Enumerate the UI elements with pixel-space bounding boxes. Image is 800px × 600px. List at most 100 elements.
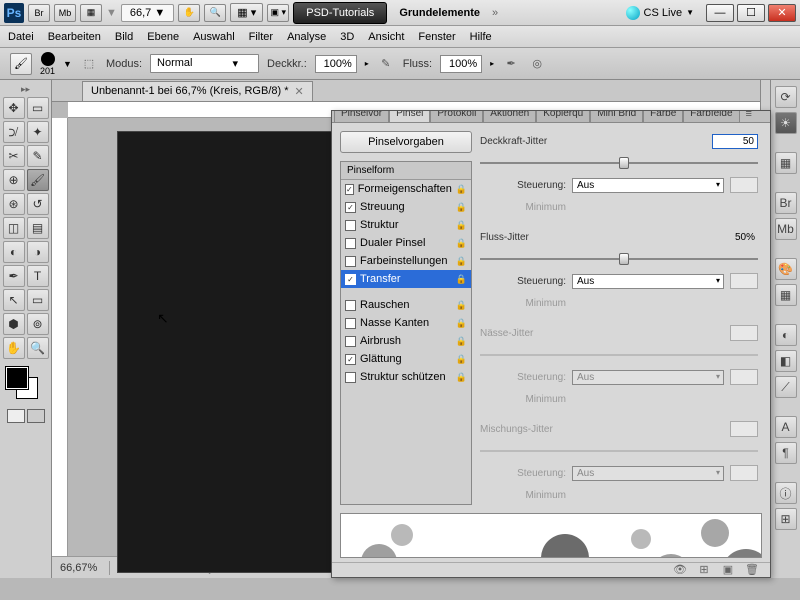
bridge-dock-icon[interactable]: Br — [775, 192, 797, 214]
canvas[interactable] — [118, 132, 348, 572]
checkbox-icon[interactable] — [345, 336, 356, 347]
maximize-btn[interactable]: ☐ — [737, 4, 765, 22]
quickmask-mode-icon[interactable] — [27, 409, 45, 423]
checkbox-icon[interactable] — [345, 238, 356, 249]
tab-kopierqu[interactable]: Kopierqu — [536, 111, 590, 122]
blend-mode-select[interactable]: Normal▾ — [150, 54, 259, 73]
brush-panel-toggle-icon[interactable]: ⬚ — [80, 55, 98, 73]
screen-mode-btn[interactable]: ▣ ▾ — [267, 4, 289, 22]
checkbox-icon[interactable] — [345, 300, 356, 311]
zoom-tool[interactable]: 🔍 — [27, 337, 49, 359]
tab-close-icon[interactable]: ✕ — [295, 85, 304, 98]
tab-pinselvor[interactable]: Pinselvor — [334, 111, 389, 122]
lock-icon[interactable]: 🔒 — [456, 238, 467, 249]
brush-option-nasse-kanten[interactable]: Nasse Kanten🔒 — [341, 314, 471, 332]
view-extras-btn[interactable]: ▦ — [80, 4, 102, 22]
trash-icon[interactable]: 🗑 — [744, 563, 760, 577]
fluss-jitter-slider[interactable] — [480, 252, 758, 266]
menu-fenster[interactable]: Fenster — [418, 31, 455, 43]
brush-option-rauschen[interactable]: Rauschen🔒 — [341, 296, 471, 314]
checkbox-icon[interactable]: ✓ — [345, 184, 354, 195]
foreground-color[interactable] — [6, 367, 28, 389]
tablet-size-icon[interactable]: ◎ — [528, 55, 546, 73]
marquee-tool[interactable]: ▭ — [27, 97, 49, 119]
hand-tool-btn[interactable]: ✋ — [178, 4, 200, 22]
arrange-docs-btn[interactable]: ▦ ▾ — [230, 3, 263, 22]
checkbox-icon[interactable]: ✓ — [345, 354, 356, 365]
menu-analyse[interactable]: Analyse — [287, 31, 326, 43]
status-zoom[interactable]: 66,67% — [60, 562, 97, 574]
menu-auswahl[interactable]: Auswahl — [193, 31, 235, 43]
cslive-label[interactable]: CS Live — [644, 7, 683, 19]
checkbox-icon[interactable] — [345, 318, 356, 329]
tab-pinsel[interactable]: Pinsel — [389, 111, 430, 122]
flow-input[interactable]: 100% — [440, 55, 482, 73]
character-icon[interactable]: A — [775, 416, 797, 438]
workspace-switcher[interactable]: PSD-Tutorials — [293, 2, 387, 24]
new-brush-icon[interactable]: ▣ — [720, 563, 736, 577]
info-icon[interactable]: ⓘ — [775, 482, 797, 504]
mb-dock-icon[interactable]: Mb — [775, 218, 797, 240]
crop-tool[interactable]: ✂ — [3, 145, 25, 167]
brush-option-farbeinstellungen[interactable]: Farbeinstellungen🔒 — [341, 252, 471, 270]
dodge-tool[interactable]: ◑ — [27, 241, 49, 263]
3d-tool[interactable]: ⬢ — [3, 313, 25, 335]
steuerung1-select[interactable]: Aus — [572, 178, 724, 193]
gradient-tool[interactable]: ▤ — [27, 217, 49, 239]
menu-ansicht[interactable]: Ansicht — [368, 31, 404, 43]
styles-icon[interactable]: ◐ — [775, 324, 797, 346]
swatches-icon[interactable]: ▦ — [775, 284, 797, 306]
lock-icon[interactable]: 🔒 — [456, 274, 467, 285]
move-tool[interactable]: ✥ — [3, 97, 25, 119]
list-header[interactable]: Pinselform — [341, 162, 471, 180]
lock-icon[interactable]: 🔒 — [456, 220, 467, 231]
pen-tool[interactable]: ✒ — [3, 265, 25, 287]
menu-datei[interactable]: Datei — [8, 31, 34, 43]
lock-icon[interactable]: 🔒 — [456, 256, 467, 267]
brush-presets-button[interactable]: Pinselvorgaben — [340, 131, 472, 153]
menu-bearbeiten[interactable]: Bearbeiten — [48, 31, 101, 43]
color-swatches[interactable] — [6, 367, 46, 403]
eraser-tool[interactable]: ◫ — [3, 217, 25, 239]
new-preset-icon[interactable]: ⊞ — [696, 563, 712, 577]
brush-tool-icon[interactable]: 🖌 — [10, 53, 32, 75]
quickselect-tool[interactable]: ✦ — [27, 121, 49, 143]
deckkraft-jitter-slider[interactable] — [480, 156, 758, 170]
steuerung2-select[interactable]: Aus — [572, 274, 724, 289]
3d-camera-tool[interactable]: ⊚ — [27, 313, 49, 335]
blur-tool[interactable]: ◐ — [3, 241, 25, 263]
brush-option-struktur[interactable]: Struktur🔒 — [341, 216, 471, 234]
more-icon[interactable]: » — [492, 7, 498, 19]
brush-option-streuung[interactable]: ✓Streuung🔒 — [341, 198, 471, 216]
close-btn[interactable]: ✕ — [768, 4, 796, 22]
nav-icon[interactable]: ⊞ — [775, 508, 797, 530]
lock-icon[interactable]: 🔒 — [456, 184, 467, 195]
tab-protokoll[interactable]: Protokoll — [430, 111, 483, 122]
shape-tool[interactable]: ▭ — [27, 289, 49, 311]
color-icon[interactable]: 🎨 — [775, 258, 797, 280]
tab-minibridge[interactable]: Mini Brid — [590, 111, 643, 122]
minibridge-btn[interactable]: Mb — [54, 4, 76, 22]
checkbox-icon[interactable] — [345, 220, 356, 231]
checkbox-icon[interactable] — [345, 256, 356, 267]
tab-farbe[interactable]: Farbe — [643, 111, 683, 122]
checkbox-icon[interactable] — [345, 372, 356, 383]
hand-tool[interactable]: ✋ — [3, 337, 25, 359]
lock-icon[interactable]: 🔒 — [456, 354, 467, 365]
tablet-opacity-icon[interactable]: ✎ — [377, 55, 395, 73]
brush-option-formeigenschaften[interactable]: ✓Formeigenschaften🔒 — [341, 180, 471, 198]
brush-tool[interactable]: 🖌 — [27, 169, 49, 191]
menu-3d[interactable]: 3D — [340, 31, 354, 43]
brush-preset-picker[interactable]: 201 — [40, 52, 55, 76]
minimize-btn[interactable]: — — [706, 4, 734, 22]
layers-icon[interactable]: ▦ — [775, 152, 797, 174]
history-brush-tool[interactable]: ↺ — [27, 193, 49, 215]
opacity-input[interactable]: 100% — [315, 55, 357, 73]
fluss-jitter-value[interactable]: 50% — [712, 231, 758, 244]
brush-option-struktur-schützen[interactable]: Struktur schützen🔒 — [341, 368, 471, 386]
path-select-tool[interactable]: ↖ — [3, 289, 25, 311]
adjustments-icon[interactable]: ☀ — [775, 112, 797, 134]
panel-more-icon[interactable]: ▸▸ ≡ — [740, 111, 768, 122]
checkbox-icon[interactable]: ✓ — [345, 274, 356, 285]
brush-option-dualer-pinsel[interactable]: Dualer Pinsel🔒 — [341, 234, 471, 252]
